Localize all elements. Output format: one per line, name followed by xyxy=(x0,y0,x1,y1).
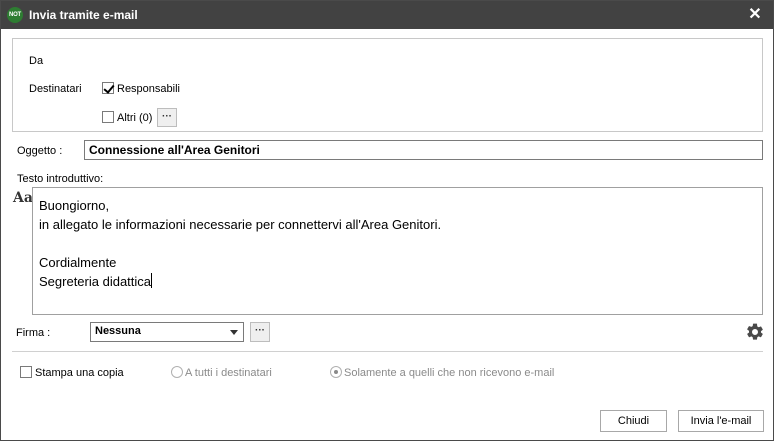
signature-select[interactable]: Nessuna xyxy=(90,322,244,342)
sender-label: Da xyxy=(29,55,44,67)
print-copy-label[interactable]: Stampa una copia xyxy=(35,367,124,379)
print-non-email-radio[interactable] xyxy=(330,366,342,378)
close-button[interactable]: Chiudi xyxy=(600,410,667,432)
gear-icon[interactable] xyxy=(745,322,765,342)
responsabili-checkbox[interactable] xyxy=(102,82,114,94)
subject-input[interactable]: Connessione all'Area Genitori xyxy=(84,140,763,160)
chevron-down-icon xyxy=(230,330,238,335)
intro-line: Buongiorno, xyxy=(39,198,110,213)
subject-label: Oggetto : xyxy=(17,145,63,157)
intro-line: Cordialmente xyxy=(39,255,117,270)
intro-textarea[interactable]: Buongiorno, in allegato le informazioni … xyxy=(32,187,763,315)
text-format-icon[interactable]: Aa xyxy=(13,190,33,206)
altri-checkbox[interactable] xyxy=(102,111,114,123)
intro-line: Segreteria didattica xyxy=(39,274,152,289)
signature-label: Firma : xyxy=(16,327,51,339)
print-non-email-label[interactable]: Solamente a quelli che non ricevono e-ma… xyxy=(344,367,554,379)
app-badge-icon: NOT xyxy=(7,7,23,23)
print-copy-checkbox[interactable] xyxy=(20,366,32,378)
section-divider xyxy=(12,351,763,352)
altri-label[interactable]: Altri (0) xyxy=(117,112,152,124)
altri-more-button[interactable]: ··· xyxy=(157,108,177,127)
print-all-label[interactable]: A tutti i destinatari xyxy=(185,367,272,379)
signature-selected-value: Nessuna xyxy=(95,325,141,337)
recipients-label: Destinatari xyxy=(29,83,82,95)
title-bar[interactable]: NOT Invia tramite e-mail ✕ xyxy=(1,1,773,29)
responsabili-label[interactable]: Responsabili xyxy=(117,83,180,95)
signature-more-button[interactable]: ··· xyxy=(250,322,270,342)
send-email-dialog: NOT Invia tramite e-mail ✕ Da Destinatar… xyxy=(0,0,774,441)
intro-line-last: Segreteria didattica xyxy=(39,272,756,291)
close-icon[interactable]: ✕ xyxy=(747,6,763,24)
print-all-radio[interactable] xyxy=(171,366,183,378)
send-email-button[interactable]: Invia l'e-mail xyxy=(678,410,764,432)
intro-line xyxy=(39,234,756,253)
intro-text-label: Testo introduttivo: xyxy=(17,173,104,185)
intro-line: in allegato le informazioni necessarie p… xyxy=(39,217,442,232)
text-caret xyxy=(151,273,153,288)
dialog-title: Invia tramite e-mail xyxy=(29,8,138,22)
